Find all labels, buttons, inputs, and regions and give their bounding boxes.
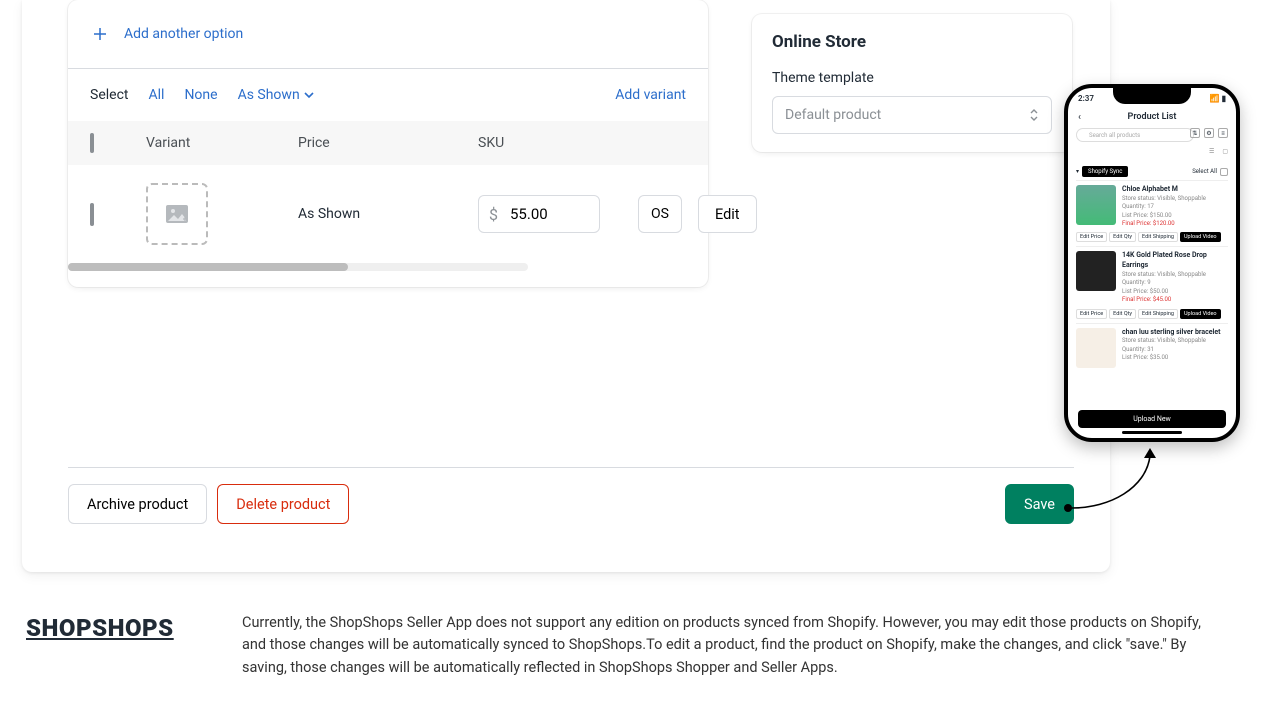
phone-mock: 2:37 📶 ▮ ‹ Product List Search all produ… <box>1064 84 1240 442</box>
variant-name: As Shown <box>298 206 360 222</box>
footer-actions: Archive product Delete product Save <box>68 484 1074 524</box>
archive-product-button[interactable]: Archive product <box>68 484 207 524</box>
plus-icon <box>90 24 110 44</box>
select-all-checkbox-phone[interactable] <box>1220 168 1228 176</box>
template-select[interactable]: Default product <box>772 96 1052 134</box>
edit-variant-button[interactable]: Edit <box>698 195 757 233</box>
horizontal-scrollbar[interactable] <box>68 263 528 271</box>
phone-statusbar: 2:37 📶 ▮ <box>1078 94 1226 103</box>
online-store-title: Online Store <box>772 32 1052 52</box>
phone-upload-new-button[interactable]: Upload New <box>1078 410 1226 428</box>
shopshops-logo: SHOPSHOPS <box>26 614 174 642</box>
col-sku: SKU <box>478 135 638 151</box>
phone-time: 2:37 <box>1078 94 1094 103</box>
product-name: 14K Gold Plated Rose Drop Earrings <box>1122 251 1228 271</box>
delete-product-button[interactable]: Delete product <box>217 484 349 524</box>
phone-list-item[interactable]: 14K Gold Plated Rose Drop Earrings Store… <box>1076 246 1228 322</box>
phone-search-input[interactable]: Search all products <box>1076 128 1194 142</box>
phone-toolbar-icons: ⇅ ⚙ ≡ <box>1190 128 1228 138</box>
admin-card: Add another option Select All None As Sh… <box>22 0 1110 572</box>
select-all-link[interactable]: All <box>148 87 164 103</box>
select-label: Select <box>90 87 128 103</box>
add-option-button[interactable]: Add another option <box>68 0 708 69</box>
caret-down-icon <box>304 90 314 100</box>
select-none-link[interactable]: None <box>184 87 217 103</box>
phone-product-list[interactable]: Chloe Alphabet M Store status: Visible, … <box>1076 180 1228 398</box>
phone-item-actions: Edit Price Edit Qty Edit Shipping Upload… <box>1076 309 1228 319</box>
select-asshown-dropdown[interactable]: As Shown <box>238 87 314 103</box>
select-all-checkbox[interactable] <box>90 133 94 153</box>
explanation-text: Currently, the ShopShops Seller App does… <box>242 612 1214 679</box>
product-name: Chloe Alphabet M <box>1122 185 1206 195</box>
chevron-down-icon[interactable]: ▾ <box>1076 168 1079 175</box>
upload-video-button[interactable]: Upload Video <box>1180 309 1221 319</box>
select-row: Select All None As Shown Add variant <box>68 69 708 121</box>
online-store-card: Online Store Theme template Default prod… <box>752 14 1072 152</box>
variant-row: As Shown $ Edit <box>68 165 708 263</box>
edit-shipping-button[interactable]: Edit Shipping <box>1138 309 1178 319</box>
phone-item-actions: Edit Price Edit Qty Edit Shipping Upload… <box>1076 232 1228 242</box>
menu-icon[interactable]: ≡ <box>1218 128 1228 138</box>
shopify-sync-badge: Shopify Sync <box>1082 166 1128 177</box>
phone-home-indicator <box>1122 431 1182 434</box>
variants-panel: Add another option Select All None As Sh… <box>68 0 708 287</box>
col-price: Price <box>298 135 478 151</box>
product-thumb <box>1076 328 1116 368</box>
product-name: chan luu sterling silver bracelet <box>1122 328 1221 338</box>
add-option-label: Add another option <box>124 26 243 42</box>
add-variant-link[interactable]: Add variant <box>615 87 686 103</box>
edit-price-button[interactable]: Edit Price <box>1076 309 1107 319</box>
tab-list-icon[interactable]: ☰ <box>1209 148 1214 155</box>
row-checkbox[interactable] <box>90 203 94 226</box>
variant-table-header: Variant Price SKU <box>68 121 708 165</box>
price-input[interactable] <box>508 204 578 224</box>
select-updown-icon <box>1029 108 1039 122</box>
col-variant: Variant <box>146 135 298 151</box>
phone-list-item[interactable]: Chloe Alphabet M Store status: Visible, … <box>1076 180 1228 246</box>
filter-icon[interactable]: ⚙ <box>1204 128 1214 138</box>
phone-sync-row: ▾ Shopify Sync Select All <box>1076 166 1228 177</box>
divider <box>68 467 1074 468</box>
edit-qty-button[interactable]: Edit Qty <box>1109 309 1136 319</box>
product-thumb <box>1076 185 1116 225</box>
edit-qty-button[interactable]: Edit Qty <box>1109 232 1136 242</box>
price-input-wrap: $ <box>478 195 600 233</box>
sort-icon[interactable]: ⇅ <box>1190 128 1200 138</box>
save-to-phone-arrow <box>1050 438 1162 518</box>
edit-price-button[interactable]: Edit Price <box>1076 232 1107 242</box>
sku-input[interactable] <box>638 195 682 233</box>
phone-list-item[interactable]: chan luu sterling silver bracelet Store … <box>1076 323 1228 372</box>
template-value: Default product <box>785 107 881 123</box>
tab-bag-icon[interactable]: ▢ <box>1222 148 1228 155</box>
phone-minitabs: ☰ ▢ <box>1076 148 1228 155</box>
variant-image-picker[interactable] <box>146 183 208 245</box>
upload-video-button[interactable]: Upload Video <box>1180 232 1221 242</box>
select-all-label: Select All <box>1192 168 1217 175</box>
product-thumb <box>1076 251 1116 291</box>
edit-shipping-button[interactable]: Edit Shipping <box>1138 232 1178 242</box>
phone-title: Product List <box>1068 112 1236 122</box>
template-label: Theme template <box>772 70 1052 86</box>
currency-symbol: $ <box>479 205 508 224</box>
phone-status-icons: 📶 ▮ <box>1210 94 1226 103</box>
